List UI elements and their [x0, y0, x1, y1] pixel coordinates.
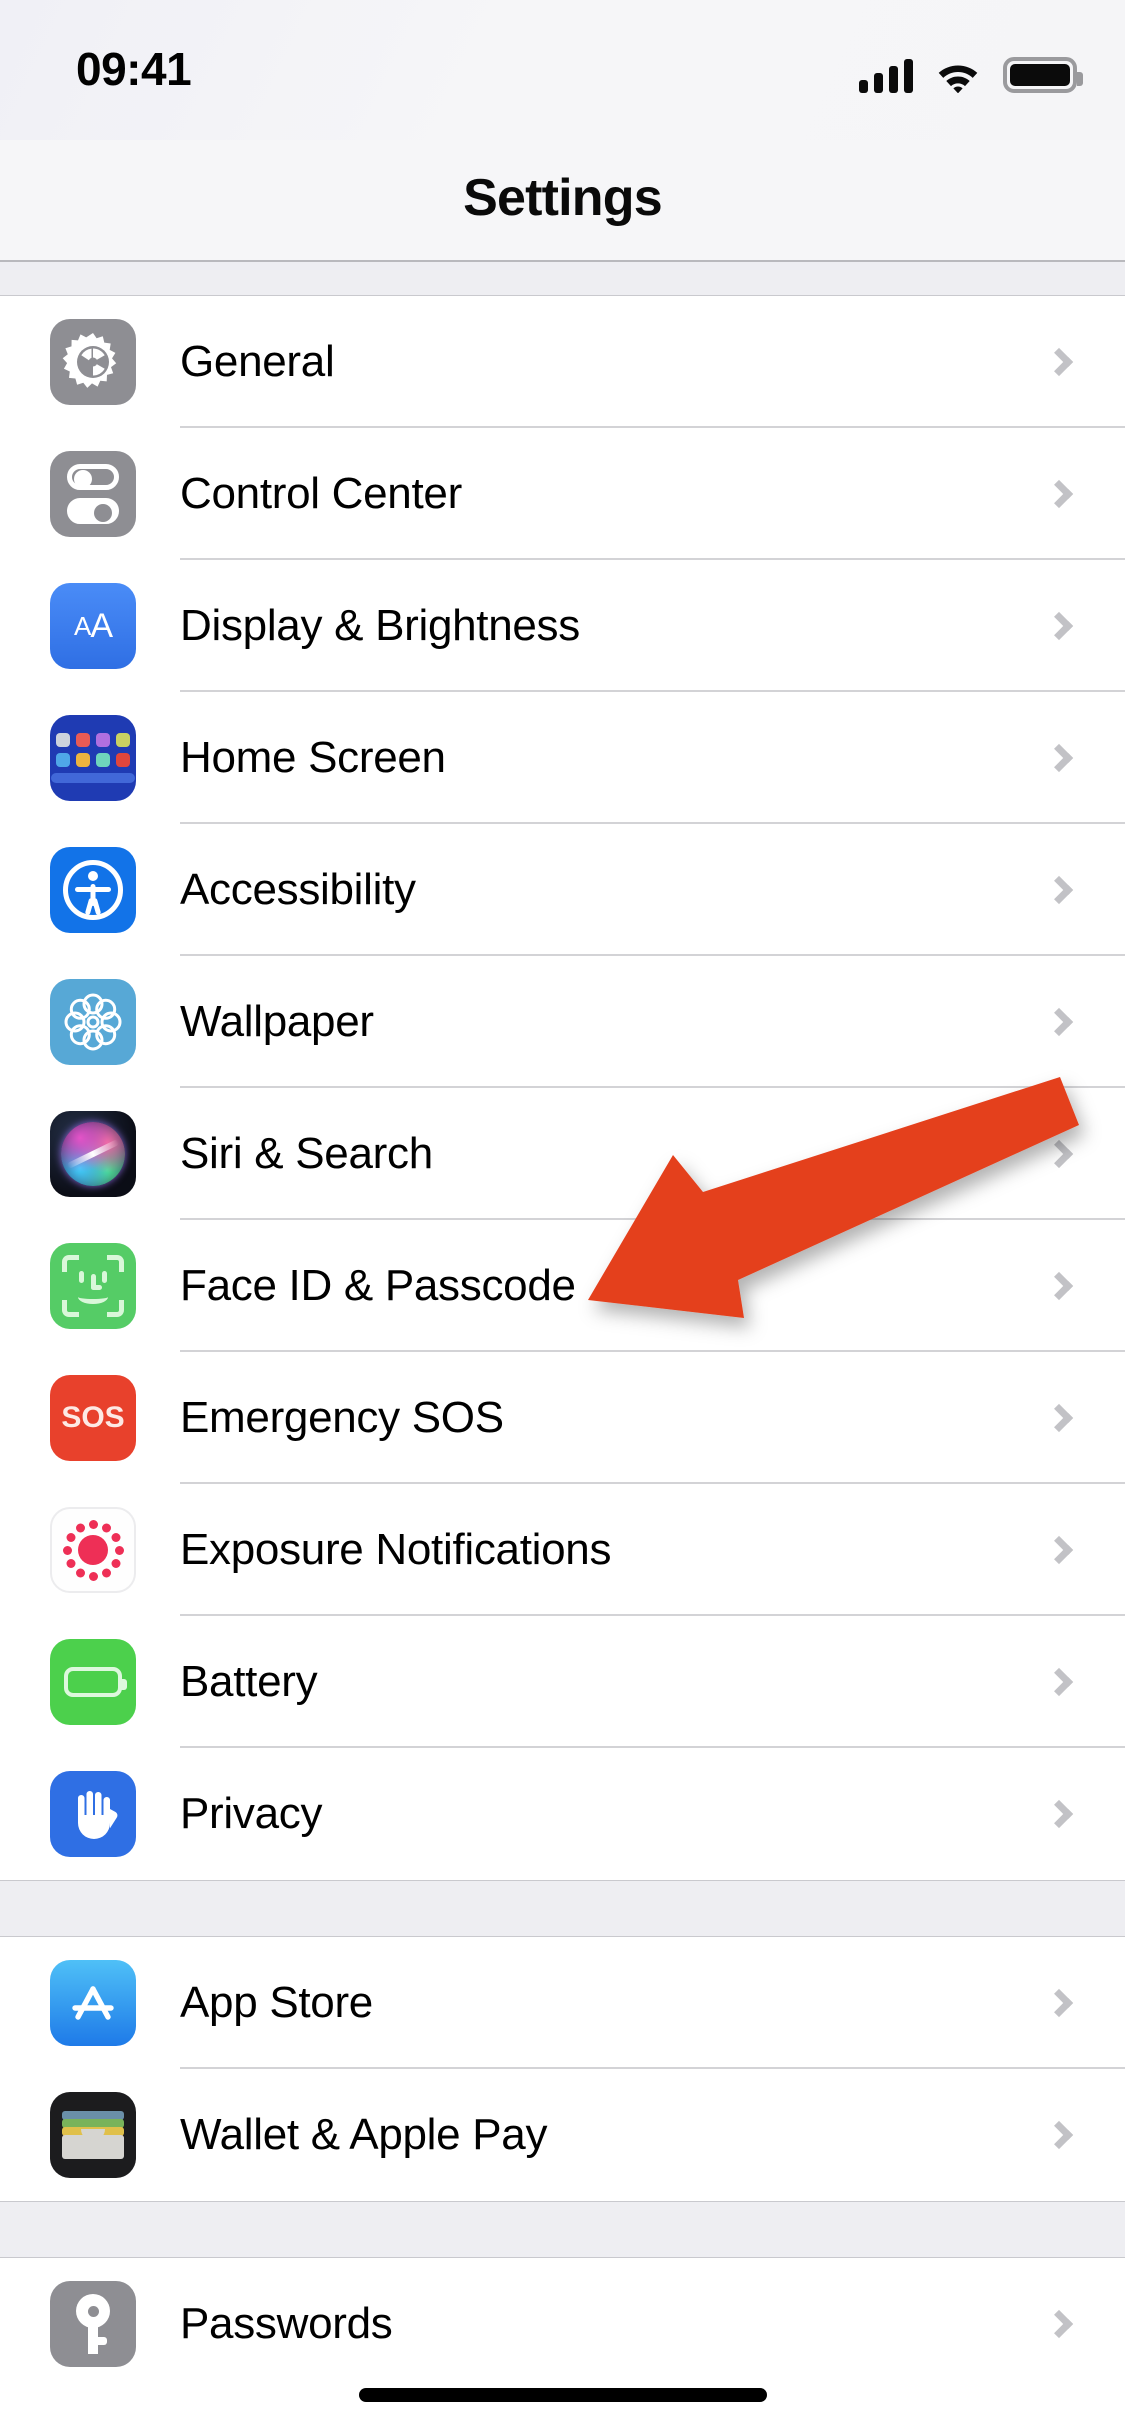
section-gap-top — [0, 262, 1125, 296]
status-bar-icons — [859, 47, 1083, 94]
settings-row-label: Accessibility — [180, 865, 416, 914]
settings-row-label: Wallet & Apple Pay — [180, 2110, 548, 2159]
chevron-right-icon — [1044, 1535, 1074, 1565]
status-bar-time: 09:41 — [76, 43, 192, 95]
settings-row-label: Emergency SOS — [180, 1393, 504, 1442]
settings-row-general[interactable]: General — [0, 296, 1125, 428]
settings-row-passwords[interactable]: Passwords — [0, 2258, 1125, 2390]
face-id-icon — [50, 1243, 136, 1329]
settings-row-label: Battery — [180, 1657, 318, 1706]
settings-row-emergency-sos[interactable]: SOS Emergency SOS — [0, 1352, 1125, 1484]
privacy-hand-icon — [50, 1771, 136, 1857]
chevron-right-icon — [1044, 875, 1074, 905]
wallpaper-flower-icon — [50, 979, 136, 1065]
exposure-notifications-icon — [50, 1507, 136, 1593]
settings-group-passwords: Passwords — [0, 2258, 1125, 2390]
settings-row-accessibility[interactable]: Accessibility — [0, 824, 1125, 956]
section-gap-2 — [0, 2201, 1125, 2258]
chevron-right-icon — [1044, 1271, 1074, 1301]
passwords-key-icon — [50, 2281, 136, 2367]
settings-row-privacy[interactable]: Privacy — [0, 1748, 1125, 1880]
settings-row-label: Display & Brightness — [180, 601, 580, 650]
settings-row-app-store[interactable]: App Store — [0, 1937, 1125, 2069]
accessibility-person-icon — [50, 847, 136, 933]
settings-row-battery[interactable]: Battery — [0, 1616, 1125, 1748]
settings-row-face-id-passcode[interactable]: Face ID & Passcode — [0, 1220, 1125, 1352]
chevron-right-icon — [1044, 743, 1074, 773]
chevron-right-icon — [1044, 2309, 1074, 2339]
settings-row-label: Privacy — [180, 1789, 323, 1838]
status-bar: 09:41 — [0, 0, 1125, 140]
settings-row-display-brightness[interactable]: AA Display & Brightness — [0, 560, 1125, 692]
iphone-settings-screen: 09:41 Settings General Control Center A … — [0, 0, 1125, 2436]
battery-icon — [50, 1639, 136, 1725]
settings-row-label: Home Screen — [180, 733, 446, 782]
gear-icon — [50, 319, 136, 405]
settings-row-label: Wallpaper — [180, 997, 374, 1046]
chevron-right-icon — [1044, 611, 1074, 641]
section-gap-1 — [0, 1880, 1125, 1937]
settings-row-wallet-apple-pay[interactable]: Wallet & Apple Pay — [0, 2069, 1125, 2201]
chevron-right-icon — [1044, 1988, 1074, 2018]
chevron-right-icon — [1044, 347, 1074, 377]
wifi-icon — [935, 59, 981, 94]
settings-row-wallpaper[interactable]: Wallpaper — [0, 956, 1125, 1088]
settings-row-label: Siri & Search — [180, 1129, 433, 1178]
navigation-bar: Settings — [0, 140, 1125, 262]
home-indicator[interactable] — [358, 2388, 767, 2402]
page-title: Settings — [463, 169, 663, 227]
chevron-right-icon — [1044, 1799, 1074, 1829]
chevron-right-icon — [1044, 1667, 1074, 1697]
settings-row-label: Exposure Notifications — [180, 1525, 612, 1574]
cellular-signal-icon — [859, 59, 913, 93]
chevron-right-icon — [1044, 1403, 1074, 1433]
siri-orb-icon — [50, 1111, 136, 1197]
settings-group-store: App Store Wallet & Apple Pay — [0, 1937, 1125, 2201]
settings-row-home-screen[interactable]: Home Screen — [0, 692, 1125, 824]
wallet-icon — [50, 2092, 136, 2178]
settings-row-label: Passwords — [180, 2299, 393, 2348]
settings-row-control-center[interactable]: Control Center — [0, 428, 1125, 560]
chevron-right-icon — [1044, 1007, 1074, 1037]
settings-row-label: Face ID & Passcode — [180, 1261, 576, 1310]
settings-row-label: App Store — [180, 1978, 373, 2027]
display-brightness-aa-icon: AA — [50, 583, 136, 669]
settings-row-label: Control Center — [180, 469, 462, 518]
settings-group-system: General Control Center AA Display & Brig… — [0, 296, 1125, 1880]
settings-row-siri-search[interactable]: Siri & Search — [0, 1088, 1125, 1220]
emergency-sos-icon: SOS — [50, 1375, 136, 1461]
settings-list[interactable]: General Control Center AA Display & Brig… — [0, 262, 1125, 2436]
home-screen-grid-icon — [50, 715, 136, 801]
chevron-right-icon — [1044, 479, 1074, 509]
chevron-right-icon — [1044, 1139, 1074, 1169]
settings-row-label: General — [180, 337, 335, 386]
control-center-toggles-icon — [50, 451, 136, 537]
settings-row-exposure-notifications[interactable]: Exposure Notifications — [0, 1484, 1125, 1616]
battery-full-icon — [1003, 57, 1083, 93]
chevron-right-icon — [1044, 2120, 1074, 2150]
app-store-icon — [50, 1960, 136, 2046]
